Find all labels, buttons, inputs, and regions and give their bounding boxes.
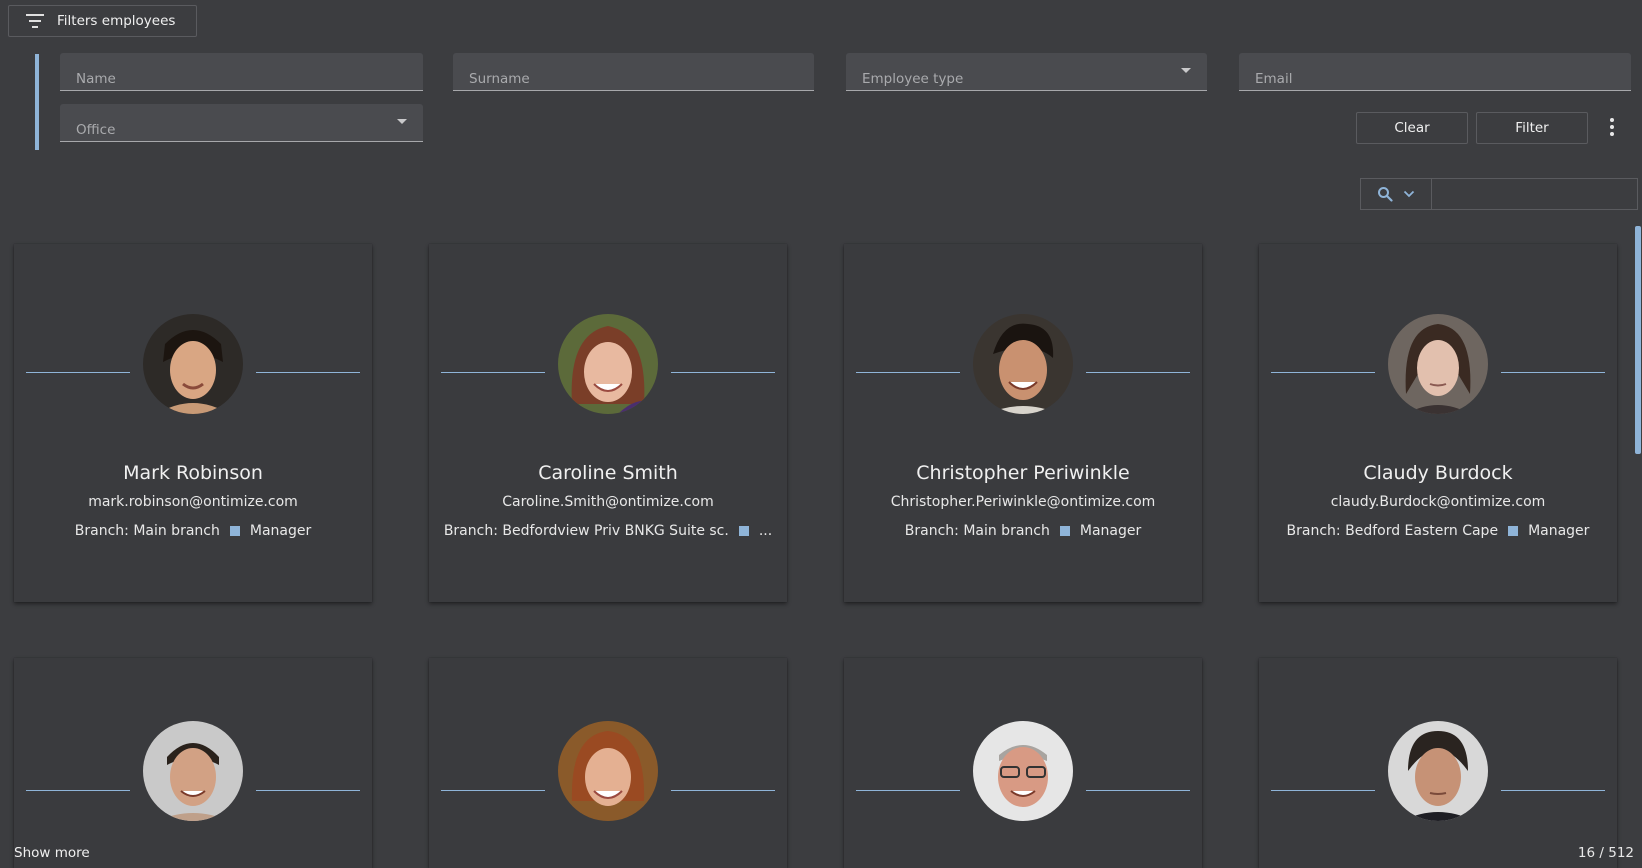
- employee-card[interactable]: [14, 658, 372, 868]
- employee-card[interactable]: [844, 658, 1202, 868]
- card-divider-right: [1501, 790, 1605, 791]
- employee-card[interactable]: Claudy Burdock claudy.Burdock@ontimize.c…: [1259, 244, 1617, 602]
- filter-panel-accent: [35, 54, 39, 150]
- employee-email: claudy.Burdock@ontimize.com: [1330, 494, 1546, 510]
- employee-card[interactable]: Christopher Periwinkle Christopher.Periw…: [844, 244, 1202, 602]
- employee-meta: Branch: Main branch Manager: [14, 523, 372, 539]
- employee-avatar: [973, 721, 1073, 821]
- employee-branch: Branch: Main branch: [904, 523, 1050, 539]
- employee-name: Claudy Burdock: [1363, 462, 1513, 484]
- employee-meta: Branch: Bedford Eastern Cape Manager: [1259, 523, 1617, 539]
- card-divider-right: [256, 790, 360, 791]
- employee-meta: Branch: Bedfordview Priv BNKG Suite sc. …: [429, 523, 787, 539]
- employee-branch: Branch: Bedford Eastern Cape: [1286, 523, 1499, 539]
- card-divider-right: [1086, 372, 1190, 373]
- card-divider-right: [256, 372, 360, 373]
- office-input[interactable]: [60, 104, 423, 141]
- employee-avatar: [1388, 314, 1488, 414]
- separator-square-icon: [738, 526, 749, 536]
- card-divider-left: [26, 372, 130, 373]
- card-divider-left: [1271, 790, 1375, 791]
- card-divider-left: [441, 372, 545, 373]
- card-divider-left: [856, 372, 960, 373]
- surname-field[interactable]: [453, 53, 814, 91]
- employee-avatar: [973, 314, 1073, 414]
- card-divider-right: [671, 372, 775, 373]
- scrollbar-thumb[interactable]: [1635, 226, 1641, 454]
- dropdown-arrow-icon: [1181, 68, 1191, 73]
- employee-role: Manager: [1528, 523, 1590, 539]
- card-divider-left: [26, 790, 130, 791]
- employee-name: Mark Robinson: [123, 462, 263, 484]
- email-field[interactable]: [1239, 53, 1631, 91]
- search-input[interactable]: [1432, 179, 1637, 209]
- separator-square-icon: [1508, 526, 1519, 536]
- card-divider-left: [1271, 372, 1375, 373]
- quick-search: [1360, 178, 1638, 210]
- search-icon: [1378, 187, 1393, 202]
- name-field[interactable]: [60, 53, 423, 91]
- name-input[interactable]: [60, 53, 423, 90]
- employee-email: Caroline.Smith@ontimize.com: [502, 494, 714, 510]
- employee-role: Manager: [1079, 523, 1142, 539]
- separator-square-icon: [229, 526, 240, 536]
- surname-input[interactable]: [453, 53, 814, 90]
- card-divider-left: [441, 790, 545, 791]
- employee-card[interactable]: Mark Robinson mark.robinson@ontimize.com…: [14, 244, 372, 602]
- employee-name: Christopher Periwinkle: [916, 462, 1130, 484]
- card-divider-right: [1501, 372, 1605, 373]
- separator-square-icon: [1059, 526, 1070, 536]
- employee-type-input[interactable]: [846, 53, 1207, 90]
- filter-list-icon: [25, 14, 45, 28]
- employee-role: Manager: [249, 523, 312, 539]
- employee-card[interactable]: [1259, 658, 1617, 868]
- employee-avatar: [558, 314, 658, 414]
- employee-email: mark.robinson@ontimize.com: [88, 494, 298, 510]
- employee-name: Caroline Smith: [538, 462, 678, 484]
- email-input[interactable]: [1239, 53, 1631, 90]
- employee-avatar: [1388, 721, 1488, 821]
- employee-role: ...: [758, 523, 773, 539]
- filter-button[interactable]: Filter: [1476, 112, 1588, 144]
- dropdown-arrow-icon: [397, 119, 407, 124]
- employee-email: Christopher.Periwinkle@ontimize.com: [890, 494, 1156, 510]
- employee-card[interactable]: Caroline Smith Caroline.Smith@ontimize.c…: [429, 244, 787, 602]
- records-count: 16 / 512: [1577, 845, 1634, 861]
- employee-type-select[interactable]: [846, 53, 1207, 91]
- search-columns-button[interactable]: [1361, 179, 1432, 209]
- show-more-link[interactable]: Show more: [14, 845, 90, 861]
- chevron-down-icon: [1403, 190, 1415, 198]
- employee-branch: Branch: Main branch: [74, 523, 220, 539]
- employees-page: Filters employees Clear Filter: [0, 0, 1642, 868]
- employee-branch: Branch: Bedfordview Priv BNKG Suite sc.: [443, 523, 729, 539]
- more-options-icon[interactable]: [1604, 116, 1620, 138]
- employee-card[interactable]: [429, 658, 787, 868]
- card-divider-right: [1086, 790, 1190, 791]
- filters-toggle-button[interactable]: Filters employees: [8, 5, 197, 37]
- card-divider-right: [671, 790, 775, 791]
- card-divider-left: [856, 790, 960, 791]
- clear-button[interactable]: Clear: [1356, 112, 1468, 144]
- filters-toggle-label: Filters employees: [57, 13, 176, 29]
- employee-avatar: [558, 721, 658, 821]
- office-select[interactable]: [60, 104, 423, 142]
- employee-avatar: [143, 314, 243, 414]
- employee-avatar: [143, 721, 243, 821]
- employee-meta: Branch: Main branch Manager: [844, 523, 1202, 539]
